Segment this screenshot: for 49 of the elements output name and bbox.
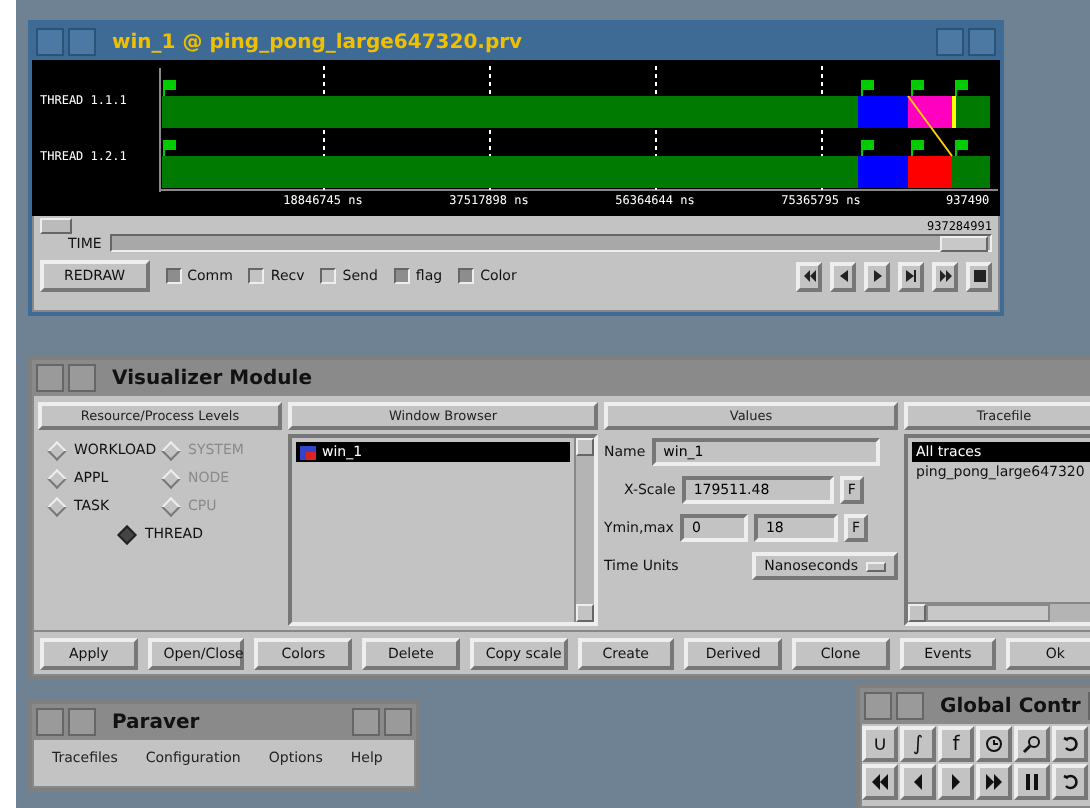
level-radio[interactable]	[118, 524, 138, 544]
step-forward-icon	[903, 268, 919, 284]
rewind-icon	[801, 268, 817, 284]
play-button[interactable]	[864, 261, 890, 291]
search-button[interactable]	[1014, 726, 1050, 762]
dropdown-indicator-icon	[866, 561, 886, 572]
pause-icon	[1022, 772, 1042, 792]
step-back-button[interactable]	[830, 261, 856, 291]
fast-forward-button[interactable]	[932, 261, 958, 291]
option-checkbox[interactable]	[165, 268, 182, 284]
undo-button[interactable]	[1052, 726, 1088, 762]
window-title: Visualizer Module	[110, 367, 314, 389]
undo-icon	[1060, 772, 1080, 792]
rewind-icon	[870, 772, 890, 792]
function-button[interactable]: f	[938, 726, 974, 762]
play-icon	[946, 772, 966, 792]
vertical-scrollbar[interactable]	[574, 438, 594, 622]
option-checkbox[interactable]	[458, 268, 475, 284]
clock-button[interactable]	[976, 726, 1012, 762]
rewind-button[interactable]	[796, 261, 822, 291]
play-button[interactable]	[938, 764, 974, 800]
rewind-button[interactable]	[862, 764, 898, 800]
play-icon	[869, 268, 885, 284]
scroll-thumb[interactable]	[940, 236, 988, 252]
fast-forward-button[interactable]	[976, 764, 1012, 800]
stop-button[interactable]	[966, 261, 992, 291]
search-icon	[1022, 734, 1042, 754]
window-title: Paraver	[110, 711, 202, 733]
clock-icon	[984, 734, 1004, 754]
step-back-button[interactable]	[900, 764, 936, 800]
scroll-button[interactable]	[40, 218, 72, 234]
fast-forward-icon	[984, 772, 1004, 792]
fast-forward-icon	[937, 268, 953, 284]
option-checkbox[interactable]	[248, 268, 265, 284]
option-checkbox[interactable]	[320, 268, 337, 284]
option-checkbox[interactable]	[393, 268, 410, 284]
horizontal-scrollbar[interactable]	[908, 602, 1090, 622]
stop-icon	[971, 268, 987, 284]
window-icon	[300, 445, 316, 459]
undo-icon	[1060, 734, 1080, 754]
window-title: win_1 @ ping_pong_large647320.prv	[110, 31, 525, 53]
step-forward-button[interactable]	[898, 261, 924, 291]
undo-button[interactable]	[1052, 764, 1088, 800]
step-back-icon	[835, 268, 851, 284]
time-scrollbar[interactable]	[109, 234, 992, 252]
pause-button[interactable]	[1014, 764, 1050, 800]
function-button[interactable]: ∪	[862, 726, 898, 762]
function-button[interactable]: ∫	[900, 726, 936, 762]
window-title: Global Contr	[938, 695, 1083, 717]
